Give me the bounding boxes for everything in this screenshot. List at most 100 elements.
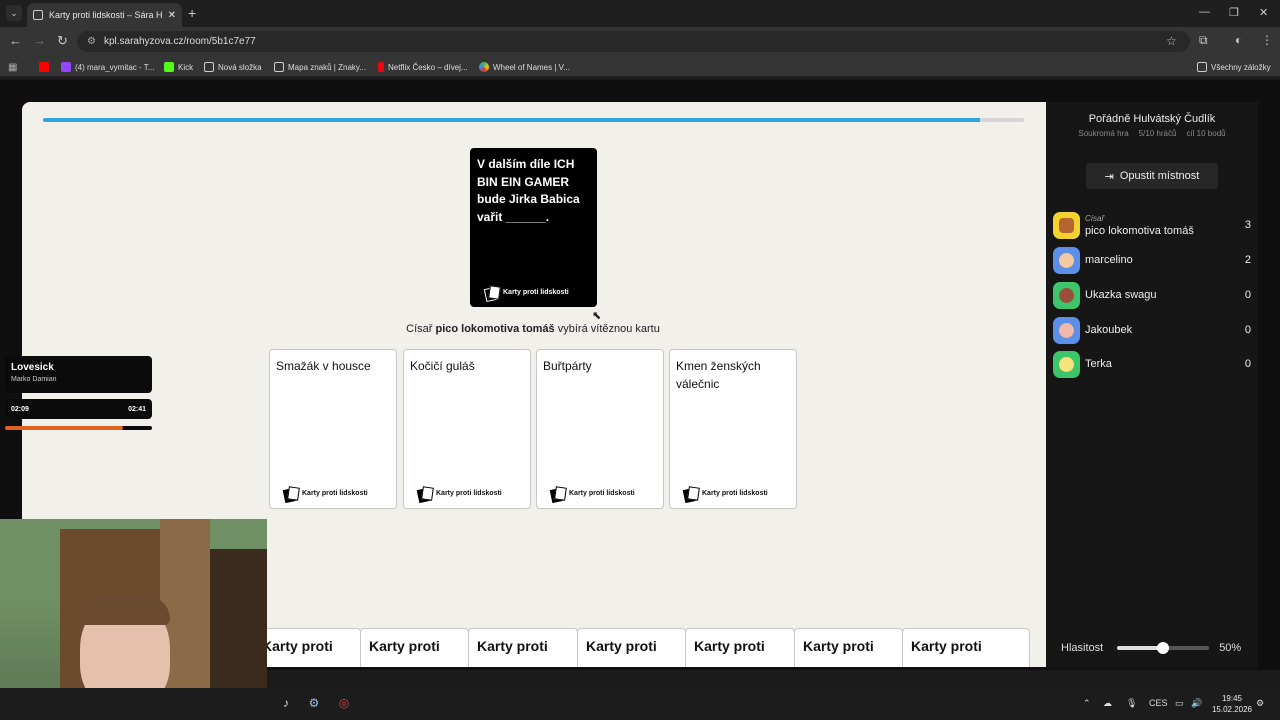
song-artist: Marko Damian: [11, 376, 57, 383]
hand-card[interactable]: Karty proti: [577, 628, 686, 667]
cards-logo-icon: [284, 487, 298, 499]
played-card[interactable]: Smažák v housce Karty proti lidskosti: [269, 349, 397, 509]
card-brand: Karty proti lidskosti: [418, 485, 502, 503]
hand-card[interactable]: Karty proti: [794, 628, 903, 667]
player-row: Terka 0: [1053, 350, 1251, 378]
network-icon[interactable]: ▭: [1175, 698, 1184, 709]
player-name: Ukazka swagu: [1085, 289, 1157, 301]
avatar: [1053, 246, 1080, 274]
netflix-icon: [378, 62, 384, 72]
card-brand: Karty proti lidskosti: [284, 485, 368, 503]
charmap-icon: [274, 62, 284, 72]
black-card: V dalším díle ICH BIN EIN GAMER bude Jir…: [470, 148, 597, 307]
url-text: kpl.sarahyzova.cz/room/5b1c7e77: [103, 36, 256, 47]
song-title: Lovesick: [11, 362, 54, 373]
window-close-icon[interactable]: ✕: [1259, 6, 1268, 19]
hand-card[interactable]: Karty proti: [253, 628, 361, 667]
forward-icon[interactable]: →: [33, 33, 46, 48]
player-score: 2: [1244, 254, 1251, 266]
extensions-icon[interactable]: ⧉: [1199, 33, 1208, 48]
volume-knob[interactable]: [1157, 641, 1170, 654]
volume-value: 50%: [1219, 641, 1242, 654]
player-score: 3: [1244, 219, 1251, 231]
tray-app-icon[interactable]: ☁: [1103, 698, 1112, 709]
hand-card[interactable]: Karty proti: [360, 628, 469, 667]
song-progress-bar: [5, 426, 152, 430]
notifications-icon[interactable]: ⚙: [1256, 698, 1264, 709]
player-name: pico lokomotiva tomáš: [1085, 225, 1194, 237]
cards-logo-icon: [485, 286, 499, 298]
speaker-icon[interactable]: 🔊: [1191, 698, 1202, 709]
language-indicator[interactable]: CES: [1149, 698, 1168, 708]
black-card-text: V dalším díle ICH BIN EIN GAMER bude Jir…: [477, 157, 580, 224]
player-name: Terka: [1085, 358, 1112, 370]
site-info-icon[interactable]: ⚙: [87, 36, 96, 47]
song-times: 02:09 02:41: [5, 399, 152, 419]
maximize-icon[interactable]: ❐: [1229, 6, 1239, 19]
microphone-icon[interactable]: 🎙: [1126, 698, 1137, 709]
player-score: 0: [1244, 358, 1251, 370]
avatar: [1053, 350, 1080, 378]
bookmark-kick[interactable]: Kick: [164, 60, 193, 74]
back-icon[interactable]: ←: [9, 33, 22, 48]
app-icon[interactable]: ◎: [336, 695, 352, 711]
wheel-icon: [479, 62, 489, 72]
player-name: Jakoubek: [1085, 324, 1133, 336]
volume-control: Hlasitost 50%: [1046, 628, 1258, 667]
mouse-cursor-icon: ⬉: [592, 310, 602, 322]
player-name: marcelino: [1085, 254, 1133, 266]
played-card-text: Smažák v housce: [276, 359, 371, 373]
new-tab-icon[interactable]: +: [188, 5, 196, 21]
czar-role-label: Císař: [1085, 214, 1105, 223]
steam-icon[interactable]: ⚙: [306, 695, 322, 711]
score-goal: cíl 10 bodů: [1186, 129, 1226, 138]
czar-status: Císař pico lokomotiva tomáš vybírá vítěz…: [406, 323, 660, 335]
played-card[interactable]: Buřtpárty Karty proti lidskosti: [536, 349, 664, 509]
tab-title: Karty proti lidskosti – Sára Hyžová: [49, 10, 162, 20]
exit-icon: ⇥: [1104, 170, 1114, 183]
bookmark-charmap[interactable]: Mapa znaků | Znaky...: [274, 60, 366, 74]
room-info: Soukromá hra 5/10 hráčů cíl 10 bodů: [1046, 129, 1258, 138]
clock-date: 15.02.2026: [1211, 705, 1253, 714]
folder-icon: [1197, 62, 1207, 72]
hand-card[interactable]: Karty proti: [468, 628, 578, 667]
tab-search-icon[interactable]: ⌄: [6, 5, 22, 21]
now-playing-overlay: Lovesick Marko Damian: [5, 356, 152, 393]
czar-name: pico lokomotiva tomáš: [435, 323, 555, 335]
played-card-text: Kmen ženských válečnic: [676, 359, 761, 391]
hand-card[interactable]: Karty proti: [685, 628, 795, 667]
address-bar[interactable]: ⚙ kpl.sarahyzova.cz/room/5b1c7e77: [77, 31, 1190, 52]
played-card[interactable]: Kočičí guláš Karty proti lidskosti: [403, 349, 531, 509]
minimize-icon[interactable]: —: [1199, 6, 1210, 18]
bookmark-youtube[interactable]: [39, 60, 49, 74]
apps-icon[interactable]: ▦: [8, 60, 17, 74]
all-bookmarks[interactable]: Všechny záložky: [1197, 60, 1271, 74]
tiktok-icon[interactable]: ♪: [278, 695, 294, 711]
cards-logo-icon: [551, 487, 565, 499]
close-tab-icon[interactable]: ✕: [168, 10, 176, 21]
profile-icon[interactable]: ◐: [1235, 33, 1242, 47]
bookmark-star-icon[interactable]: ☆: [1166, 34, 1177, 48]
browser-tab[interactable]: Karty proti lidskosti – Sára Hyžová ✕: [27, 3, 182, 27]
reload-icon[interactable]: ↻: [57, 33, 68, 49]
system-clock[interactable]: 19:45 15.02.2026: [1208, 693, 1256, 715]
volume-slider[interactable]: [1117, 641, 1210, 654]
hand-card[interactable]: Karty proti: [902, 628, 1030, 667]
leave-room-button[interactable]: ⇥ Opustit místnost: [1086, 163, 1218, 189]
players-count: 5/10 hráčů: [1138, 129, 1177, 138]
volume-label: Hlasitost: [1061, 641, 1104, 654]
player-score: 0: [1244, 324, 1251, 336]
clock-time: 19:45: [1221, 694, 1243, 703]
bookmark-twitch[interactable]: (4) mara_vymitac - T...: [61, 60, 154, 74]
played-card-text: Kočičí guláš: [410, 359, 475, 373]
player-row: Císař pico lokomotiva tomáš 3: [1053, 211, 1251, 239]
card-brand: Karty proti lidskosti: [684, 485, 768, 503]
song-elapsed: 02:09: [11, 405, 29, 413]
played-card[interactable]: Kmen ženských válečnic Karty proti lidsk…: [669, 349, 797, 509]
bookmark-wheel[interactable]: Wheel of Names | V...: [479, 60, 570, 74]
bookmark-folder[interactable]: Nová složka: [204, 60, 262, 74]
tray-chevron-icon[interactable]: ⌃: [1083, 698, 1091, 709]
bookmark-netflix[interactable]: Netflix Česko – dívej...: [378, 60, 468, 74]
player-row: Jakoubek 0: [1053, 316, 1251, 344]
menu-icon[interactable]: ⋮: [1261, 33, 1273, 47]
